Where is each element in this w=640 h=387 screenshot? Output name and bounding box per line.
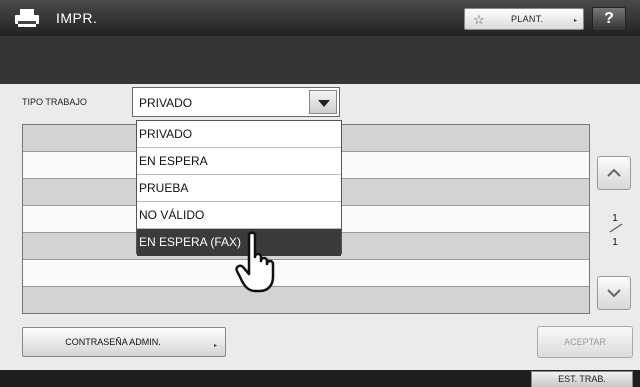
scroll-down-button[interactable]	[597, 276, 631, 310]
template-button-label: PLANT.	[511, 14, 544, 24]
page-total: 1	[612, 237, 618, 248]
arrow-right-icon: ▸	[573, 18, 577, 24]
chevron-down-icon[interactable]	[309, 90, 337, 114]
help-button[interactable]: ?	[592, 7, 626, 31]
chevron-up-icon	[607, 168, 621, 177]
hand-pointer-icon	[235, 231, 275, 293]
admin-password-button[interactable]: CONTRASEÑA ADMIN. ▸	[22, 327, 226, 357]
page-separator	[609, 223, 623, 233]
printer-icon	[15, 9, 39, 27]
header-band	[0, 36, 640, 84]
template-button[interactable]: ☆ PLANT. ▸	[464, 8, 584, 30]
option-en-espera[interactable]: EN ESPERA	[137, 148, 341, 175]
table-row[interactable]	[23, 287, 589, 313]
job-type-selected-value: PRIVADO	[139, 96, 193, 110]
scroll-up-button[interactable]	[597, 156, 631, 190]
chevron-down-icon	[607, 289, 621, 298]
admin-password-label: CONTRASEÑA ADMIN.	[65, 337, 161, 347]
job-type-label: TIPO TRABAJO	[22, 97, 87, 107]
option-prueba[interactable]: PRUEBA	[137, 175, 341, 202]
app-title: IMPR.	[56, 10, 98, 26]
option-no-valido[interactable]: NO VÁLIDO	[137, 202, 341, 229]
job-status-button[interactable]: EST. TRAB.	[531, 371, 633, 387]
accept-button[interactable]: ACEPTAR	[537, 326, 633, 358]
star-icon: ☆	[473, 12, 485, 27]
table-row[interactable]	[23, 260, 589, 287]
title-bar: IMPR. ☆ PLANT. ▸ ?	[0, 0, 640, 36]
arrow-right-icon: ▸	[213, 343, 217, 349]
option-privado[interactable]: PRIVADO	[137, 121, 341, 148]
job-type-select[interactable]: PRIVADO	[132, 87, 340, 117]
